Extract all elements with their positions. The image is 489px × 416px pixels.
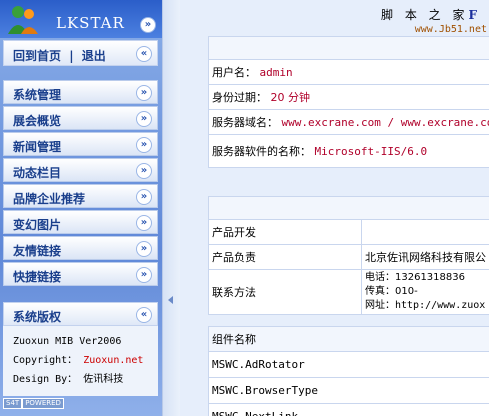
sidebar-item-shortcuts[interactable]: 快捷链接 »	[3, 262, 158, 286]
sidebar-item-dynamic[interactable]: 动态栏目 »	[3, 158, 158, 182]
row-value: www.excrane.com / www.excrane.com	[281, 116, 489, 129]
expand-icon[interactable]: »	[136, 241, 152, 257]
row-label: 产品开发	[208, 219, 362, 245]
copyright-label: Copyright：	[13, 355, 78, 366]
table-row: 服务器软件的名称： Microsoft-IIS/6.0	[207, 134, 489, 168]
version-text: Zuoxun MIB Ver2006	[13, 336, 122, 347]
row-value: 北京佐讯网络科技有限公	[361, 244, 489, 270]
server-info-table: 用户名： admin 身份过期： 20 分钟 服务器域名： www.excran…	[207, 36, 489, 168]
expand-icon[interactable]: »	[136, 267, 152, 283]
sidebar-item-news[interactable]: 新闻管理 »	[3, 132, 158, 156]
sidebar-item-label: 系统管理	[13, 88, 62, 102]
table-row: 用户名： admin	[207, 59, 489, 85]
product-info-header	[208, 196, 489, 220]
sidebar-item-label: 新闻管理	[13, 140, 62, 154]
sidebar-item-expo[interactable]: 展会概览 »	[3, 106, 158, 130]
watermark-chars: 脚 本 之 家	[381, 8, 469, 22]
table-row: MSWC.NextLink	[208, 403, 489, 416]
logo-text: LKSTAR	[56, 14, 125, 32]
watermark-logo: F	[468, 8, 481, 22]
table-row: 服务器域名： www.excrane.com / www.excrane.com	[207, 109, 489, 135]
people-logo-icon	[8, 6, 38, 34]
sidebar-item-system[interactable]: 系统管理 »	[3, 80, 158, 104]
table-row: MSWC.AdRotator	[208, 351, 489, 378]
badge-s4t: S4T	[3, 398, 23, 409]
row-value: 20 分钟	[270, 91, 311, 104]
sidebar-item-label: 品牌企业推荐	[13, 192, 86, 206]
row-value: Microsoft-IIS/6.0	[314, 145, 428, 158]
expand-icon[interactable]: »	[136, 215, 152, 231]
row-label: 服务器域名：	[212, 116, 278, 129]
design-value: 佐讯科技	[83, 374, 124, 385]
components-table: 组件名称 MSWC.AdRotator MSWC.BrowserType MSW…	[208, 326, 489, 416]
row-label: 产品负责	[208, 244, 362, 270]
sidebar-item-label: 友情链接	[13, 244, 62, 258]
row-label: 身份过期：	[212, 91, 267, 104]
product-info-table: 产品开发 产品负责 北京佐讯网络科技有限公 联系方法 电话：1326131883…	[208, 196, 489, 315]
sidebar-item-label: 快捷链接	[13, 270, 62, 284]
sidebar-item-label: 展会概览	[13, 114, 62, 128]
row-value	[361, 219, 489, 245]
components-header: 组件名称	[208, 326, 489, 352]
sidebar-item-images[interactable]: 变幻图片 »	[3, 210, 158, 234]
server-info-header	[207, 36, 489, 60]
copyright-panel: 系统版权 « Zuoxun MIB Ver2006 Copyright： Zuo…	[3, 302, 158, 396]
contact-cell: 电话：13261318836 传真：010- 网址：http://www.zuo…	[361, 269, 489, 315]
powered-badge: S4T POWERED	[3, 398, 64, 409]
contact-url[interactable]: 网址：http://www.zuox	[365, 299, 489, 313]
sidebar: LKSTAR » 回到首页 | 退出 « 系统管理 » 展会概览 » 新闻管理 …	[0, 0, 162, 416]
main-content: 脚 本 之 家F www.Jb51.net 用户名： admin 身份过期： 2…	[180, 0, 489, 416]
sidebar-item-brands[interactable]: 品牌企业推荐 »	[3, 184, 158, 208]
collapse-all-icon[interactable]: »	[140, 17, 156, 33]
row-label: 联系方法	[208, 269, 362, 315]
home-link[interactable]: 回到首页	[13, 49, 61, 63]
expand-icon[interactable]: »	[136, 137, 152, 153]
sidebar-item-label: 动态栏目	[13, 166, 62, 180]
expand-icon[interactable]: »	[136, 163, 152, 179]
collapse-icon[interactable]: «	[136, 46, 152, 62]
expand-icon[interactable]: »	[136, 111, 152, 127]
collapse-arrow-icon[interactable]	[168, 296, 173, 304]
design-label: Design By：	[13, 374, 78, 385]
contact-fax: 传真：010-	[365, 286, 418, 297]
expand-icon[interactable]: »	[136, 189, 152, 205]
watermark-url: www.Jb51.net	[414, 24, 487, 35]
logo-bar: LKSTAR »	[0, 0, 162, 38]
contact-phone: 电话：13261318836	[365, 272, 465, 283]
expand-icon[interactable]: »	[136, 85, 152, 101]
copyright-title: 系统版权	[13, 310, 62, 324]
row-label: 服务器软件的名称：	[212, 145, 311, 158]
table-row: MSWC.BrowserType	[208, 377, 489, 404]
separator: |	[69, 49, 74, 63]
collapse-icon[interactable]: «	[136, 307, 152, 323]
copyright-link[interactable]: Zuoxun.net	[83, 355, 143, 366]
quick-links-panel: 回到首页 | 退出 «	[3, 40, 158, 66]
sidebar-item-label: 变幻图片	[13, 218, 62, 232]
row-label: 用户名：	[212, 66, 256, 79]
frame-divider[interactable]	[162, 0, 180, 416]
table-row: 身份过期： 20 分钟	[207, 84, 489, 110]
watermark: 脚 本 之 家F	[381, 6, 481, 23]
logout-link[interactable]: 退出	[82, 49, 106, 63]
row-value: admin	[259, 66, 293, 79]
badge-powered: POWERED	[22, 398, 64, 409]
sidebar-item-friend-links[interactable]: 友情链接 »	[3, 236, 158, 260]
